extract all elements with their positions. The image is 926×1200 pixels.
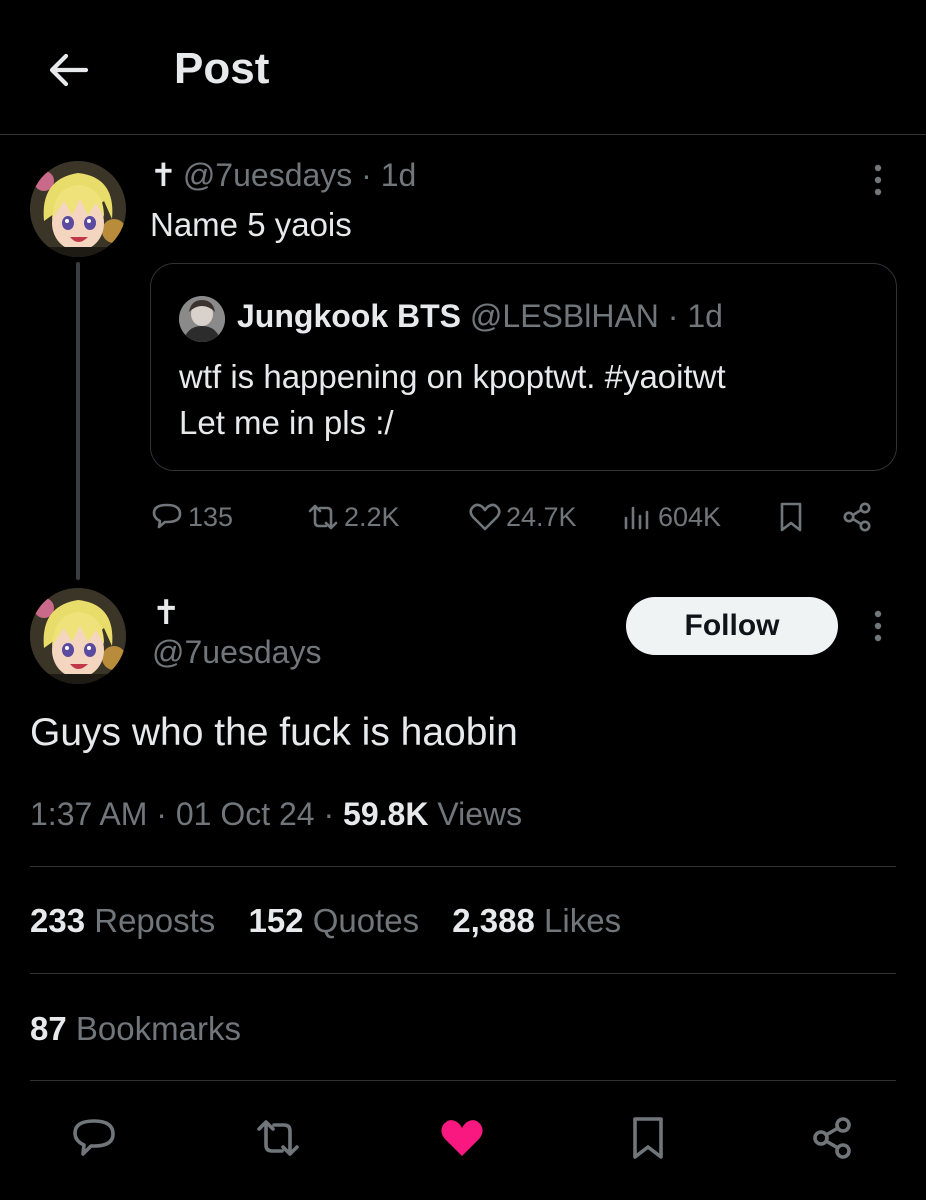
bookmark-button[interactable] bbox=[774, 495, 812, 539]
more-vertical-icon bbox=[874, 164, 882, 196]
quotes-count: 152 bbox=[248, 902, 304, 939]
post-date[interactable]: 01 Oct 24 bbox=[176, 796, 315, 832]
share-button[interactable] bbox=[840, 495, 878, 539]
separator: · bbox=[156, 796, 167, 832]
quotes-stat[interactable]: 152 Quotes bbox=[248, 902, 419, 939]
repost-button[interactable]: 2.2K bbox=[306, 495, 400, 539]
post-screen: Post ✝ @7uesdays · 1d Name 5 yaois Jungk… bbox=[0, 0, 926, 1200]
bookmarks-stat[interactable]: 87 Bookmarks bbox=[30, 1010, 241, 1048]
arrow-left-icon bbox=[49, 53, 89, 87]
bookmark-icon bbox=[633, 1117, 663, 1159]
heart-outline-icon bbox=[469, 503, 501, 531]
reply-button[interactable]: 135 bbox=[150, 495, 233, 539]
likes-label: Likes bbox=[544, 902, 622, 939]
reposts-label: Reposts bbox=[94, 902, 216, 939]
reply-button[interactable] bbox=[66, 1110, 122, 1166]
post-action-bar: 135 2.2K 24.7K 604K bbox=[150, 495, 890, 539]
display-name[interactable]: ✝ bbox=[150, 157, 177, 193]
reposts-count: 233 bbox=[30, 902, 86, 939]
main-post-action-bar bbox=[0, 1110, 926, 1166]
quoted-post-card[interactable]: Jungkook BTS @LESBlHAN · 1d wtf is happe… bbox=[150, 263, 897, 471]
share-button[interactable] bbox=[804, 1110, 860, 1166]
avatar[interactable] bbox=[30, 588, 126, 684]
bookmark-button[interactable] bbox=[620, 1110, 676, 1166]
quotes-label: Quotes bbox=[312, 902, 420, 939]
anime-avatar-image bbox=[30, 161, 126, 257]
reply-icon bbox=[152, 503, 182, 529]
analytics-icon bbox=[624, 506, 649, 530]
post-metadata: 1:37 AM · 01 Oct 24 · 59.8K Views bbox=[30, 796, 522, 833]
avatar[interactable] bbox=[30, 161, 126, 257]
thread-connector bbox=[76, 262, 80, 580]
quoted-post-header: Jungkook BTS @LESBlHAN · 1d bbox=[237, 298, 723, 335]
bookmarks-count: 87 bbox=[30, 1010, 67, 1047]
back-button[interactable] bbox=[44, 46, 92, 94]
repost-count: 2.2K bbox=[344, 501, 400, 532]
page-title: Post bbox=[174, 44, 270, 93]
share-icon bbox=[843, 502, 871, 532]
like-button[interactable] bbox=[434, 1110, 490, 1166]
divider bbox=[30, 866, 896, 867]
top-bar: Post bbox=[0, 0, 926, 135]
likes-count: 2,388 bbox=[452, 902, 535, 939]
anime-avatar-image bbox=[30, 588, 126, 684]
reposts-stat[interactable]: 233 Reposts bbox=[30, 902, 215, 939]
more-vertical-icon bbox=[874, 610, 882, 642]
display-name[interactable]: ✝ bbox=[152, 593, 181, 633]
views-button[interactable]: 604K bbox=[620, 495, 721, 539]
quoted-handle: @LESBlHAN bbox=[469, 298, 659, 334]
more-options-button[interactable] bbox=[866, 606, 890, 646]
user-handle[interactable]: @7uesdays bbox=[152, 634, 321, 671]
quoted-time: · 1d bbox=[667, 298, 723, 334]
post-time: · 1d bbox=[361, 157, 417, 193]
parent-post-text: Name 5 yaois bbox=[150, 206, 352, 243]
repost-icon bbox=[257, 1120, 299, 1156]
user-handle[interactable]: @7uesdays bbox=[183, 157, 352, 193]
follow-button[interactable]: Follow bbox=[626, 597, 838, 655]
quoted-text-line: Let me in pls :/ bbox=[179, 404, 394, 441]
quoted-avatar bbox=[179, 296, 225, 342]
like-count: 24.7K bbox=[506, 501, 577, 532]
likes-stat[interactable]: 2,388 Likes bbox=[452, 902, 621, 939]
engagement-stats: 233 Reposts 152 Quotes 2,388 Likes bbox=[30, 902, 645, 940]
separator: · bbox=[323, 796, 335, 832]
share-icon bbox=[813, 1117, 851, 1159]
quoted-post-text: wtf is happening on kpoptwt. #yaoitwt Le… bbox=[179, 354, 726, 446]
views-label: Views bbox=[437, 796, 523, 832]
post-time[interactable]: 1:37 AM bbox=[30, 796, 147, 832]
post-text: Guys who the fuck is haobin bbox=[30, 711, 518, 754]
divider bbox=[30, 1080, 896, 1081]
reply-count: 135 bbox=[188, 501, 234, 532]
repost-icon bbox=[308, 504, 338, 530]
bookmark-icon bbox=[780, 502, 802, 532]
heart-filled-icon bbox=[441, 1120, 483, 1156]
more-options-button[interactable] bbox=[866, 160, 890, 200]
quoted-display-name: Jungkook BTS bbox=[237, 298, 462, 334]
bookmarks-label: Bookmarks bbox=[75, 1010, 241, 1047]
quoted-text-line: wtf is happening on kpoptwt. #yaoitwt bbox=[179, 358, 726, 395]
view-count: 604K bbox=[658, 501, 722, 532]
like-button[interactable]: 24.7K bbox=[468, 495, 577, 539]
reply-icon bbox=[73, 1119, 115, 1156]
views-count: 59.8K bbox=[343, 796, 429, 832]
parent-post-header: ✝ @7uesdays · 1d bbox=[150, 156, 416, 194]
repost-button[interactable] bbox=[250, 1110, 306, 1166]
divider bbox=[30, 973, 896, 974]
